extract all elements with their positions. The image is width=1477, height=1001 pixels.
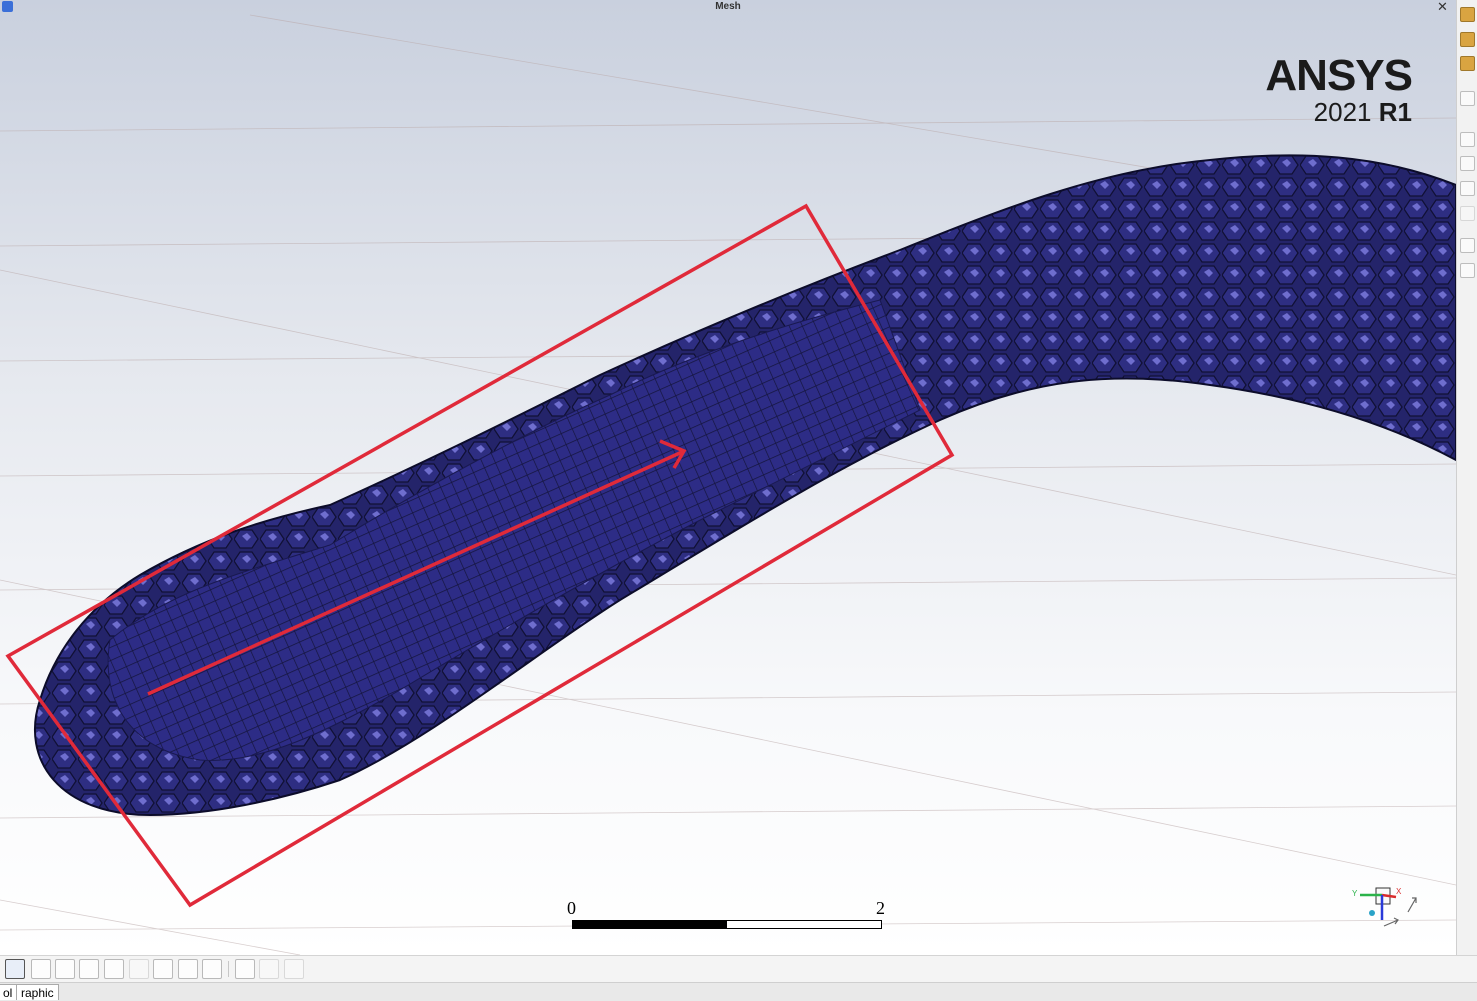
right-toolbar xyxy=(1456,0,1477,955)
snapshot-icon[interactable] xyxy=(1460,263,1475,278)
triad-y-label: Y xyxy=(1352,889,1358,898)
rotate-icon[interactable] xyxy=(1460,91,1475,106)
select-point-icon[interactable] xyxy=(5,959,25,979)
notes-icon[interactable] xyxy=(1460,181,1475,196)
select-cell-icon[interactable] xyxy=(104,959,124,979)
select-zone-icon[interactable] xyxy=(79,959,99,979)
tab-graphics[interactable]: raphic xyxy=(16,984,59,1000)
select-box-icon[interactable] xyxy=(202,959,222,979)
select-edge-icon[interactable] xyxy=(31,959,51,979)
close-button[interactable]: ✕ xyxy=(1437,0,1448,15)
select-node-icon[interactable] xyxy=(153,959,173,979)
shade-icon[interactable] xyxy=(1460,7,1475,22)
mesh-scene xyxy=(0,14,1456,955)
lasso-icon[interactable] xyxy=(284,959,304,979)
report-icon[interactable] xyxy=(1460,206,1475,221)
select-multi-icon[interactable] xyxy=(129,959,149,979)
bottom-toolbar xyxy=(0,955,1477,983)
toolbar-separator xyxy=(228,961,229,977)
scale-bar xyxy=(572,920,882,929)
brand-release: R1 xyxy=(1378,97,1412,127)
scale-end-label: 2 xyxy=(876,898,885,918)
surface-icon[interactable] xyxy=(1460,32,1475,47)
pan-icon[interactable] xyxy=(1460,56,1475,71)
graphics-viewport[interactable]: Mesh ✕ ANSYS 2021 R1 0 2 Y X xyxy=(0,0,1456,955)
axes-triad[interactable]: Y X xyxy=(1352,880,1424,932)
select-face-icon[interactable] xyxy=(55,959,75,979)
brand-name: ANSYS xyxy=(1265,51,1413,100)
brand-version: 2021 R1 xyxy=(1265,98,1412,126)
triad-x-label: X xyxy=(1396,887,1402,896)
ruler-icon[interactable] xyxy=(1460,156,1475,171)
ansys-logo: ANSYS 2021 R1 xyxy=(1265,51,1413,127)
axes-icon[interactable] xyxy=(1460,132,1475,147)
scale-bar-fill xyxy=(573,921,727,928)
brand-year: 2021 xyxy=(1313,97,1372,127)
window-title: Mesh xyxy=(715,1,741,12)
scale-start-label: 0 xyxy=(567,898,576,918)
tab-console[interactable]: ol xyxy=(0,984,18,1000)
copy-icon[interactable] xyxy=(1460,238,1475,253)
tab-bar: ol raphic xyxy=(0,982,1477,1001)
cell-select-icon[interactable] xyxy=(259,959,279,979)
filter-icon[interactable] xyxy=(235,959,255,979)
select-line-icon[interactable] xyxy=(178,959,198,979)
